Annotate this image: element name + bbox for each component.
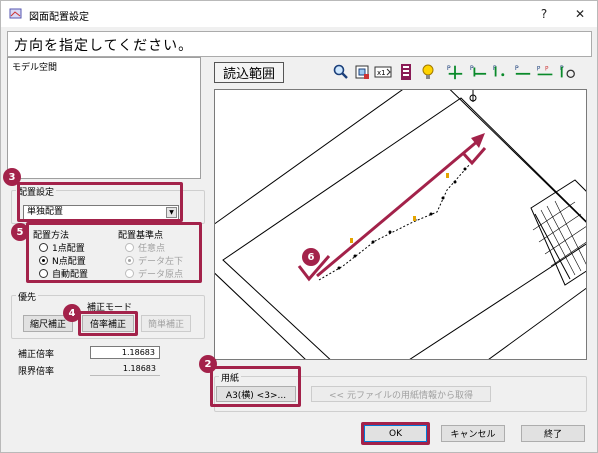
bulb-icon[interactable] <box>419 63 437 81</box>
correction-ratio-field[interactable]: 1.18683 <box>90 346 160 359</box>
point-rotate-icon[interactable]: P <box>559 63 577 81</box>
layer-icon[interactable] <box>397 63 415 81</box>
simple-correction-button[interactable]: 簡単補正 <box>141 315 191 332</box>
point-dash-icon[interactable]: P <box>514 63 532 81</box>
finish-button[interactable]: 終了 <box>521 425 585 442</box>
priority-label: 優先 <box>16 290 39 303</box>
point-line-icon[interactable]: P <box>469 63 487 81</box>
help-button[interactable]: ? <box>525 1 563 27</box>
limit-ratio-label: 限界倍率 <box>16 364 57 377</box>
badge-3: 3 <box>3 168 21 186</box>
svg-text:x1: x1 <box>377 69 386 77</box>
window-title: 図面配置設定 <box>29 12 89 23</box>
callout-4 <box>78 311 138 336</box>
callout-3 <box>17 182 183 222</box>
title-bar: 図面配置設定 ? ✕ <box>1 1 597 27</box>
space-listbox[interactable]: モデル空間 <box>7 57 201 179</box>
svg-text:P: P <box>447 65 451 72</box>
scale-icon[interactable]: x1 <box>374 63 392 81</box>
route-polyline <box>318 163 471 281</box>
point-add-icon[interactable]: P <box>446 63 464 81</box>
correction-ratio-label: 補正倍率 <box>16 347 57 360</box>
app-icon <box>9 8 22 19</box>
drawing-preview[interactable] <box>214 89 587 360</box>
cancel-button[interactable]: キャンセル <box>441 425 505 442</box>
close-button[interactable]: ✕ <box>561 1 597 27</box>
dialog-window: 図面配置設定 ? ✕ 方向を指定してください。 モデル空間 配置設定 単独配置 … <box>0 0 598 453</box>
badge-2: 2 <box>199 355 217 373</box>
direction-arrow-icon <box>297 133 487 282</box>
read-range-button[interactable]: 読込範囲 <box>214 62 284 83</box>
callout-ok <box>361 422 430 445</box>
instruction-bar: 方向を指定してください。 <box>7 31 592 57</box>
point-double-icon[interactable]: PP <box>536 63 554 81</box>
fit-window-icon[interactable] <box>353 63 371 81</box>
svg-text:P: P <box>515 65 519 72</box>
limit-ratio-field: 1.18683 <box>90 363 160 376</box>
point-dot-icon[interactable]: P <box>492 63 510 81</box>
svg-text:P: P <box>545 66 549 72</box>
list-item[interactable]: モデル空間 <box>12 60 57 73</box>
badge-5: 5 <box>11 223 29 241</box>
badge-4: 4 <box>63 304 81 322</box>
north-arrow-icon <box>469 90 477 102</box>
callout-2 <box>210 366 301 407</box>
zoom-icon[interactable] <box>332 63 350 81</box>
preview-drawing <box>215 90 586 359</box>
svg-text:P: P <box>470 65 474 72</box>
badge-6: 6 <box>302 248 320 266</box>
callout-5 <box>26 222 202 283</box>
from-file-button[interactable]: << 元ファイルの用紙情報から取得 <box>311 386 491 402</box>
instruction-text: 方向を指定してください。 <box>14 38 194 54</box>
svg-text:P: P <box>537 66 541 72</box>
